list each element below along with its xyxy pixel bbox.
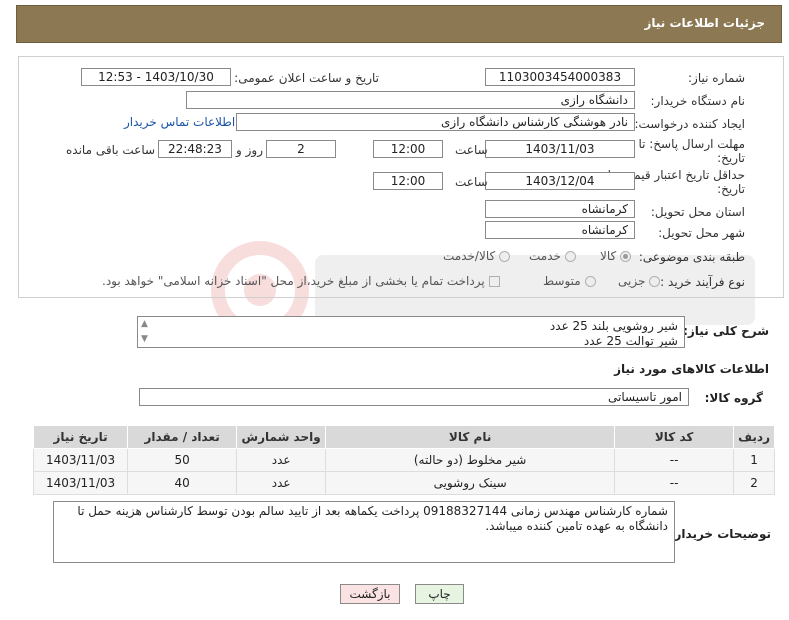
description-line-2: شیر توالت 25 عدد [583,334,678,348]
option-label: کالا [600,249,617,263]
cell-quantity: 50 [127,448,238,472]
cell-unit: عدد [236,471,327,495]
province-label: استان محل تحویل: [650,205,745,219]
page-header-bar: جزئیات اطلاعات نیاز [16,5,782,43]
need-number-label: شماره نیاز: [688,71,745,85]
back-button[interactable]: بازگشت [340,584,400,604]
cell-quantity: 40 [127,471,238,495]
table-row: 2 -- سینک روشویی عدد 40 1403/11/03 [32,471,775,495]
category-option-service[interactable]: خدمت [529,249,576,263]
description-textarea[interactable]: شیر روشویی بلند 25 عدد شیر توالت 25 عدد … [137,316,685,348]
days-label: روز و [236,143,263,157]
option-label: جزیی [618,274,646,288]
cell-need-date: 1403/11/03 [32,448,129,472]
goods-group-field: امور تاسیساتی [139,388,689,406]
col-header-item-name: نام کالا [325,425,616,449]
cell-unit: عدد [236,448,327,472]
buyer-notes-textarea[interactable]: شماره کارشناس مهندس زمانی 09188327144 پر… [53,501,675,563]
table-row: 1 -- شیر مخلوط (دو حالته) عدد 50 1403/11… [32,448,775,472]
cell-row-number: 2 [733,471,775,495]
reply-deadline-label-2: تاریخ: [717,151,745,165]
col-header-item-code: کد کالا [614,425,735,449]
radio-icon [649,275,661,287]
cell-row-number: 1 [733,448,775,472]
reply-deadline-date-field: 1403/11/03 [485,140,635,158]
print-button[interactable]: چاپ [415,584,464,604]
treasury-note: پرداخت تمام یا بخشی از مبلغ خرید،از محل … [102,274,485,288]
remaining-label: ساعت باقی مانده [66,143,156,157]
buyer-contact-link[interactable]: اطلاعات تماس خریدار [124,115,235,129]
cell-item-name: شیر مخلوط (دو حالته) [325,448,616,472]
buyer-org-label: نام دستگاه خریدار: [650,94,746,108]
price-validity-time-field: 12:00 [373,172,443,190]
reply-days-field: 2 [266,140,336,158]
col-header-need-date: تاریخ نیاز [32,425,129,449]
purchase-option-minor[interactable]: جزیی [618,274,661,288]
price-validity-date-field: 1403/12/04 [485,172,635,190]
description-line-1: شیر روشویی بلند 25 عدد [549,319,678,333]
announce-datetime-field: 1403/10/30 - 12:53 [81,68,231,86]
radio-selected-icon [620,250,632,262]
requester-label: ایجاد کننده درخواست: [634,117,745,131]
category-option-goods[interactable]: کالا [600,249,632,263]
requester-field: نادر هوشنگی کارشناس دانشگاه رازی [236,113,635,131]
reply-deadline-label: مهلت ارسال پاسخ: تا [638,137,745,151]
price-validity-label-2: تاریخ: [717,182,745,196]
announce-datetime-label: تاریخ و ساعت اعلان عمومی: [234,71,379,85]
cell-item-code: -- [614,448,735,472]
radio-icon [564,250,576,262]
checkbox-icon [488,275,500,287]
cell-item-code: -- [614,471,735,495]
radio-icon [499,250,511,262]
treasury-payment-option[interactable]: پرداخت تمام یا بخشی از مبلغ خرید،از محل … [102,274,500,288]
col-header-quantity: تعداد / مقدار [127,425,238,449]
description-label: شرح کلی نیاز: [683,324,769,338]
buyer-notes-text: شماره کارشناس مهندس زمانی 09188327144 پر… [77,504,668,533]
goods-group-label: گروه کالا: [704,391,763,405]
remaining-time-field: 22:48:23 [158,140,232,158]
reply-time-label: ساعت [455,143,488,157]
category-option-goods-service[interactable]: کالا/خدمت [443,249,511,263]
col-header-row-number: ردیف [733,425,775,449]
price-time-label: ساعت [455,175,488,189]
city-field: کرمانشاه [485,221,635,239]
cell-item-name: سینک روشویی [325,471,616,495]
purchase-type-label: نوع فرآیند خرید : [660,275,745,289]
goods-section-title: اطلاعات کالاهای مورد نیاز [614,362,769,376]
reply-deadline-time-field: 12:00 [373,140,443,158]
goods-table: ردیف کد کالا نام کالا واحد شمارش تعداد /… [32,425,775,495]
col-header-unit: واحد شمارش [236,425,327,449]
page-title: جزئیات اطلاعات نیاز [644,16,765,30]
option-label: کالا/خدمت [443,249,496,263]
category-label: طبقه بندی موضوعی: [638,250,745,264]
buyer-org-field: دانشگاه رازی [186,91,635,109]
buyer-notes-label: توضیحات خریدار: [669,527,771,541]
scroll-arrows-icon[interactable]: ▲ ▼ [141,317,148,347]
option-label: خدمت [529,249,561,263]
need-number-field: 1103003454000383 [485,68,635,86]
city-label: شهر محل تحویل: [658,226,745,240]
radio-icon [584,275,596,287]
province-field: کرمانشاه [485,200,635,218]
purchase-option-medium[interactable]: متوسط [543,274,596,288]
goods-table-header-row: ردیف کد کالا نام کالا واحد شمارش تعداد /… [32,425,775,449]
option-label: متوسط [543,274,581,288]
cell-need-date: 1403/11/03 [32,471,129,495]
